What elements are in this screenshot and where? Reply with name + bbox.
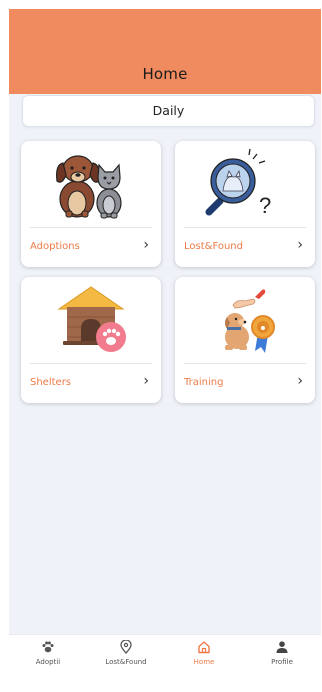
page-title: Home — [142, 65, 188, 83]
lost-found-card[interactable]: ? Lost&Found › — [175, 141, 315, 267]
chevron-right-icon: › — [297, 237, 303, 253]
location-pin-icon — [120, 640, 132, 654]
home-icon — [198, 641, 210, 654]
chevron-right-icon: › — [143, 373, 149, 389]
nav-item-profile[interactable]: Profile — [243, 635, 321, 672]
chevron-right-icon: › — [297, 373, 303, 389]
nav-label: Lost&Found — [105, 658, 147, 666]
nav-label: Adoptii — [35, 658, 61, 666]
svg-text:?: ? — [259, 193, 271, 218]
app-screen: Home Daily Adoptions › ? Lost&Found › Sh… — [9, 9, 321, 692]
doghouse-icon — [57, 286, 126, 352]
nav-label: Home — [193, 658, 215, 666]
bottom-safe-area — [9, 672, 321, 692]
card-divider — [184, 363, 306, 364]
app-header: Home — [9, 9, 321, 94]
nav-item-adoptii[interactable]: Adoptii — [9, 635, 87, 672]
person-icon — [276, 641, 288, 653]
training-card[interactable]: Training › — [175, 277, 315, 403]
shelters-card[interactable]: Shelters › — [21, 277, 161, 403]
chevron-right-icon: › — [143, 237, 149, 253]
adoptions-card[interactable]: Adoptions › — [21, 141, 161, 267]
daily-button[interactable]: Daily — [22, 95, 315, 127]
nav-label: Profile — [271, 658, 293, 666]
magnifier-pets-icon: ? — [205, 148, 271, 218]
nav-item-lost-found[interactable]: Lost&Found — [87, 635, 165, 672]
bottom-navigation: Adoptii Lost&Found Home Profile — [9, 634, 321, 672]
card-divider — [184, 227, 306, 228]
shelters-label: Shelters — [30, 377, 72, 388]
card-divider — [30, 227, 152, 228]
paw-icon — [42, 641, 54, 653]
card-divider — [30, 363, 152, 364]
lost-found-label: Lost&Found — [184, 241, 243, 252]
dog-training-icon — [225, 289, 275, 353]
nav-item-home[interactable]: Home — [165, 635, 243, 672]
dog-and-cat-icon — [56, 155, 122, 219]
adoptions-label: Adoptions — [30, 241, 80, 252]
training-label: Training — [184, 377, 224, 388]
